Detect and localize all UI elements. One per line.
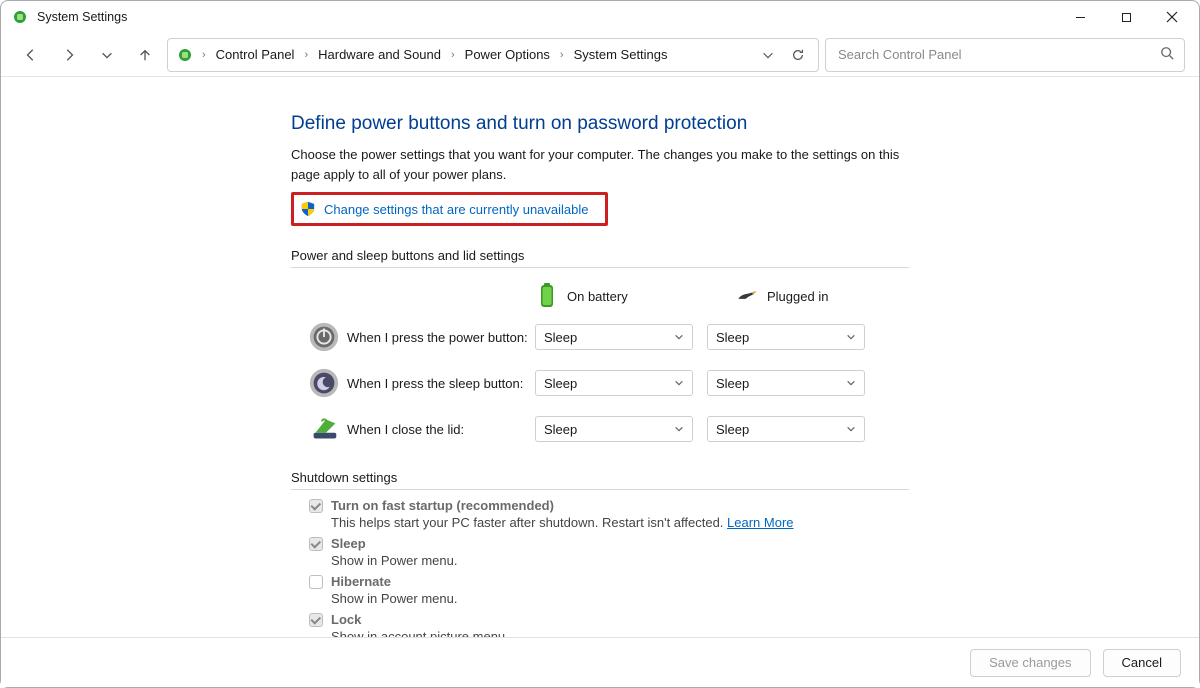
chevron-right-icon: › [302,49,310,61]
change-unavailable-settings-link[interactable]: Change settings that are currently unava… [324,202,589,217]
shutdown-item-sleep: Sleep Show in Power menu. [309,536,909,568]
cancel-button[interactable]: Cancel [1103,649,1181,677]
learn-more-link[interactable]: Learn More [727,515,793,530]
column-plugged-in: Plugged in [737,282,907,310]
setting-row-close-lid: When I close the lid: Sleep Sleep [291,410,909,448]
column-plugged-in-label: Plugged in [767,289,828,304]
chevron-right-icon: › [449,49,457,61]
recent-locations-button[interactable] [91,39,123,71]
sleep-button-icon [305,364,343,402]
chevron-down-icon [846,332,856,342]
close-button[interactable] [1149,1,1195,33]
setting-row-power-button: When I press the power button: Sleep Sle… [291,318,909,356]
plug-icon [737,282,757,310]
search-box[interactable] [825,38,1185,72]
hibernate-title: Hibernate [331,574,391,589]
lid-icon [305,410,343,448]
app-icon [11,8,29,26]
save-changes-button[interactable]: Save changes [970,649,1090,677]
refresh-button[interactable] [784,41,812,69]
footer: Save changes Cancel [1,637,1199,687]
search-input[interactable] [836,46,1160,63]
setting-row-sleep-button: When I press the sleep button: Sleep Sle… [291,364,909,402]
uac-shield-icon [300,201,316,217]
shutdown-settings-list: Turn on fast startup (recommended) This … [309,498,909,637]
sleep-button-plugged-in-select[interactable]: Sleep [707,370,865,396]
lock-checkbox[interactable] [309,613,323,627]
title-bar: System Settings [1,1,1199,33]
chevron-down-icon [674,378,684,388]
close-lid-plugged-in-select[interactable]: Sleep [707,416,865,442]
battery-icon [537,282,557,310]
sleep-button-on-battery-select[interactable]: Sleep [535,370,693,396]
shutdown-item-lock: Lock Show in account picture menu. [309,612,909,637]
power-button-on-battery-select[interactable]: Sleep [535,324,693,350]
lock-title: Lock [331,612,361,627]
chevron-down-icon [674,332,684,342]
lock-desc: Show in account picture menu. [331,629,909,637]
location-icon [174,44,196,66]
column-on-battery: On battery [537,282,707,310]
chevron-down-icon [846,424,856,434]
sleep-checkbox[interactable] [309,537,323,551]
fast-startup-checkbox[interactable] [309,499,323,513]
close-lid-on-battery-select[interactable]: Sleep [535,416,693,442]
chevron-down-icon [846,378,856,388]
sleep-title: Sleep [331,536,366,551]
section-power-sleep-label: Power and sleep buttons and lid settings [291,248,909,268]
address-bar[interactable]: › Control Panel › Hardware and Sound › P… [167,38,819,72]
hibernate-desc: Show in Power menu. [331,591,909,606]
search-icon [1160,46,1174,63]
section-shutdown-label: Shutdown settings [291,470,909,490]
content-area: Define power buttons and turn on passwor… [1,79,1199,637]
setting-label: When I close the lid: [343,422,535,437]
fast-startup-title: Turn on fast startup (recommended) [331,498,554,513]
breadcrumb-system-settings[interactable]: System Settings [568,43,674,66]
power-button-plugged-in-select[interactable]: Sleep [707,324,865,350]
column-headers: On battery Plugged in [291,282,909,310]
change-unavailable-settings[interactable]: Change settings that are currently unava… [291,192,608,226]
chevron-right-icon: › [200,49,208,61]
sleep-desc: Show in Power menu. [331,553,909,568]
breadcrumb-power-options[interactable]: Power Options [459,43,556,66]
breadcrumb-hardware-and-sound[interactable]: Hardware and Sound [312,43,447,66]
hibernate-checkbox[interactable] [309,575,323,589]
address-dropdown-button[interactable] [754,41,782,69]
window-controls [1057,1,1195,33]
minimize-button[interactable] [1057,1,1103,33]
back-button[interactable] [15,39,47,71]
shutdown-item-hibernate: Hibernate Show in Power menu. [309,574,909,606]
navigation-toolbar: › Control Panel › Hardware and Sound › P… [1,33,1199,77]
window-title: System Settings [37,10,127,24]
fast-startup-desc: This helps start your PC faster after sh… [331,515,909,530]
setting-label: When I press the power button: [343,330,535,345]
maximize-button[interactable] [1103,1,1149,33]
breadcrumb-control-panel[interactable]: Control Panel [210,43,301,66]
column-on-battery-label: On battery [567,289,628,304]
power-button-icon [305,318,343,356]
page-title: Define power buttons and turn on passwor… [291,113,909,135]
setting-label: When I press the sleep button: [343,376,535,391]
page-intro: Choose the power settings that you want … [291,145,909,184]
chevron-right-icon: › [558,49,566,61]
chevron-down-icon [674,424,684,434]
up-button[interactable] [129,39,161,71]
forward-button[interactable] [53,39,85,71]
shutdown-item-fast-startup: Turn on fast startup (recommended) This … [309,498,909,530]
